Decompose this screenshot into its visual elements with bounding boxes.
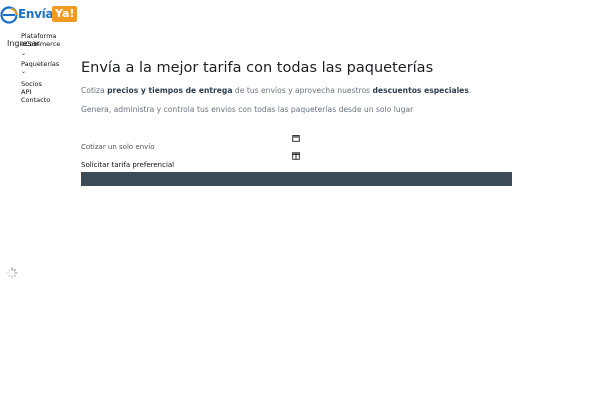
- quote-single-option[interactable]: Cotizar un solo envío: [81, 143, 155, 151]
- brand-badge: Ya!: [52, 6, 78, 22]
- nav-item-socios[interactable]: Socios: [21, 80, 42, 88]
- brand-name: Envía: [18, 7, 54, 21]
- nav-item-plataforma[interactable]: Plataforma eCommerce: [21, 32, 61, 48]
- hero-subtext: Genera, administra y controla tus envíos…: [81, 105, 414, 114]
- nav-item-api[interactable]: API: [21, 88, 31, 96]
- hero-text-end: .: [468, 86, 472, 95]
- hero-text-pre: Cotiza: [81, 86, 108, 95]
- hero-highlight-prices: precios y tiempos de entrega: [107, 86, 233, 95]
- preferential-rate-option[interactable]: Solicitar tarifa preferencial: [81, 161, 174, 169]
- loading-spinner-icon: [6, 267, 18, 279]
- package-icon[interactable]: [292, 134, 300, 142]
- page-title: Envía a la mejor tarifa con todas las pa…: [81, 60, 434, 76]
- hero-text-mid: de tus envíos y aprovecha nuestros: [232, 86, 373, 95]
- globe-logo-icon: [0, 6, 18, 24]
- package-box-icon[interactable]: [292, 152, 300, 160]
- hero-description: Cotiza precios y tiempos de entrega de t…: [81, 86, 471, 95]
- nav-item-paqueterias[interactable]: Paqueterías: [21, 60, 59, 68]
- hero-highlight-discounts: descuentos especiales: [372, 86, 469, 95]
- chevron-down-icon[interactable]: ⌄: [21, 50, 26, 58]
- chevron-down-icon[interactable]: ⌄: [21, 68, 26, 76]
- action-bar[interactable]: [81, 172, 512, 186]
- nav-item-contacto[interactable]: Contacto: [21, 96, 50, 104]
